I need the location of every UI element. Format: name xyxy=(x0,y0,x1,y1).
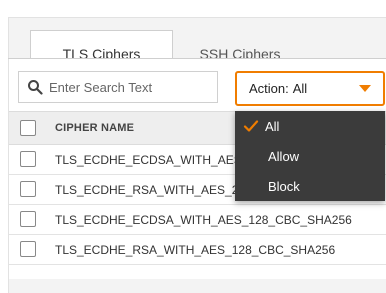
row-checkbox[interactable] xyxy=(20,211,36,227)
action-filter-select[interactable]: Action: All xyxy=(235,71,385,106)
checkmark-icon xyxy=(243,120,259,132)
menu-item-label: Block xyxy=(268,178,300,194)
row-checkbox[interactable] xyxy=(20,181,36,197)
menu-item-block[interactable]: Block xyxy=(235,171,385,201)
search-box[interactable] xyxy=(18,71,218,103)
search-icon xyxy=(28,80,43,95)
table-row[interactable]: TLS_ECDHE_ECDSA_WITH_AES_128_CBC_SHA256 xyxy=(9,205,386,235)
action-filter-value: All xyxy=(292,81,308,96)
menu-item-label: Allow xyxy=(268,148,300,164)
column-header-cipher-name[interactable]: CIPHER NAME xyxy=(55,122,134,134)
menu-item-label: All xyxy=(265,118,280,134)
row-checkbox[interactable] xyxy=(20,241,36,257)
select-all-checkbox[interactable] xyxy=(20,120,36,136)
row-checkbox[interactable] xyxy=(20,151,36,167)
menu-item-allow[interactable]: Allow xyxy=(235,141,385,171)
cipher-name: TLS_ECDHE_RSA_WITH_AES_128_CBC_SHA256 xyxy=(55,243,336,257)
top-gutter xyxy=(0,0,386,17)
chevron-down-icon xyxy=(359,85,371,92)
cipher-name: TLS_ECDHE_ECDSA_WITH_AES_128_CBC_SHA256 xyxy=(55,213,352,227)
action-filter-menu: All Allow Block xyxy=(235,111,385,201)
menu-item-all[interactable]: All xyxy=(235,111,385,141)
search-input[interactable] xyxy=(49,79,209,95)
action-filter-label: Action: xyxy=(249,81,289,96)
table-row[interactable]: TLS_ECDHE_RSA_WITH_AES_128_CBC_SHA256 xyxy=(9,235,386,265)
